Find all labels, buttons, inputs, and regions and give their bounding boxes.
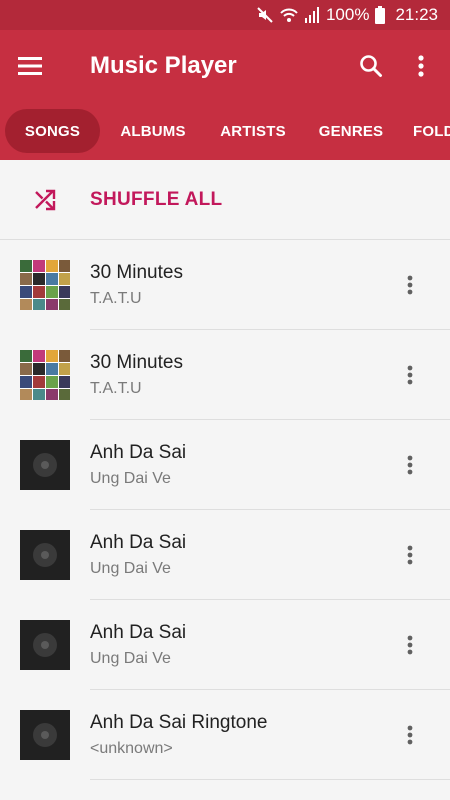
tab-folders[interactable]: FOLDERS	[413, 109, 450, 153]
search-icon	[360, 55, 382, 77]
shuffle-all-button[interactable]: SHUFFLE ALL	[0, 160, 450, 240]
overflow-menu-button[interactable]	[396, 30, 446, 102]
mute-icon	[256, 6, 274, 24]
song-more-button[interactable]	[390, 615, 430, 675]
song-row[interactable]: 30 Minutes T.A.T.U	[0, 330, 450, 420]
song-artist: Ung Dai Ve	[90, 470, 171, 487]
song-row[interactable]: 30 Minutes T.A.T.U	[0, 240, 450, 330]
song-artist: <unknown>	[90, 740, 173, 757]
battery-percentage: 100%	[325, 5, 370, 24]
tab-bar: SONGS ALBUMS ARTISTS GENRES FOLDERS	[0, 102, 450, 160]
more-vert-icon	[407, 275, 413, 295]
menu-icon	[18, 57, 42, 75]
signal-icon	[304, 6, 320, 24]
song-more-button[interactable]	[390, 525, 430, 585]
menu-button[interactable]	[0, 30, 60, 102]
tab-songs[interactable]: SONGS	[5, 109, 100, 153]
shuffle-icon	[0, 188, 90, 212]
wifi-icon	[280, 6, 298, 24]
song-title: Anh Da Sai	[90, 532, 187, 553]
song-title: Anh Da Sai Ringtone	[90, 712, 268, 733]
tab-albums[interactable]: ALBUMS	[109, 109, 197, 153]
default-album-art	[20, 440, 70, 490]
song-row[interactable]: Anh Da Sai Ung Dai Ve	[0, 510, 450, 600]
song-artist: T.A.T.U	[90, 290, 142, 307]
song-row[interactable]: Anh Da Sai Ung Dai Ve	[0, 420, 450, 510]
more-vert-icon	[407, 635, 413, 655]
default-album-art	[20, 530, 70, 580]
tab-genres[interactable]: GENRES	[311, 109, 391, 153]
status-bar: 100% 21:23	[0, 0, 450, 30]
song-title: 30 Minutes	[90, 262, 183, 283]
default-album-art	[20, 620, 70, 670]
song-row[interactable]: Anh Da Sai Ung Dai Ve	[0, 600, 450, 690]
search-button[interactable]	[346, 30, 396, 102]
more-vert-icon	[407, 455, 413, 475]
more-vert-icon	[407, 545, 413, 565]
more-vert-icon	[418, 55, 424, 77]
song-list-panel: SHUFFLE ALL 30 Minutes T.A.T.U 30 Minute…	[0, 160, 450, 800]
song-more-button[interactable]	[390, 255, 430, 315]
song-more-button[interactable]	[390, 705, 430, 765]
default-album-art	[20, 710, 70, 760]
page-title: Music Player	[90, 52, 237, 79]
song-more-button[interactable]	[390, 345, 430, 405]
song-artist: Ung Dai Ve	[90, 560, 171, 577]
song-more-button[interactable]	[390, 435, 430, 495]
app-bar: Music Player	[0, 30, 450, 102]
more-vert-icon	[407, 725, 413, 745]
song-artist: T.A.T.U	[90, 380, 142, 397]
song-row[interactable]: Anh Da Sai Ringtone <unknown>	[0, 690, 450, 780]
shuffle-all-label: SHUFFLE ALL	[90, 188, 223, 210]
song-artist: Ung Dai Ve	[90, 650, 171, 667]
tab-artists[interactable]: ARTISTS	[209, 109, 297, 153]
battery-icon	[375, 6, 386, 24]
song-title: 30 Minutes	[90, 352, 183, 373]
album-art-collage	[20, 260, 70, 310]
clock: 21:23	[395, 5, 438, 24]
song-title: Anh Da Sai	[90, 442, 187, 463]
album-art-collage	[20, 350, 70, 400]
more-vert-icon	[407, 365, 413, 385]
song-title: Anh Da Sai	[90, 622, 187, 643]
